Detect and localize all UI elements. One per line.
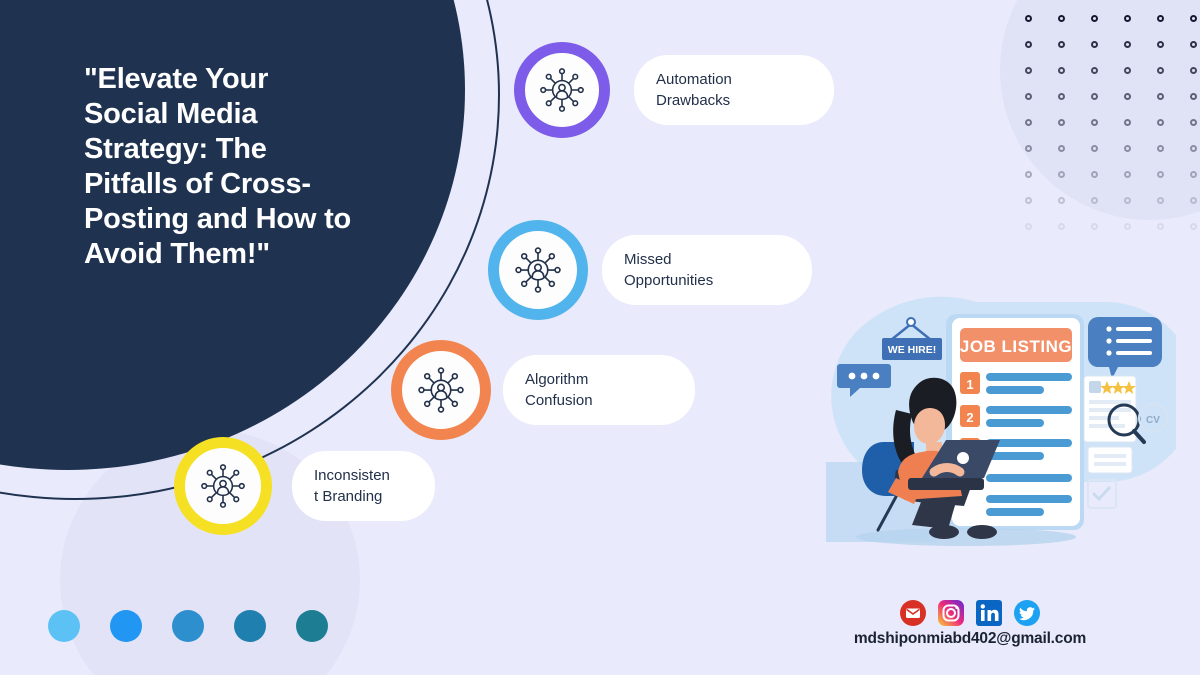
pattern-dot [1124, 14, 1131, 22]
pattern-dot [1124, 222, 1131, 230]
social-icon-row [848, 600, 1092, 626]
pattern-dot [1190, 40, 1197, 48]
pattern-dot [1091, 92, 1098, 100]
pattern-dot [1190, 66, 1197, 74]
pattern-dot [1091, 170, 1098, 178]
pattern-dot [1190, 118, 1197, 126]
feature-item-automation-drawbacks: Automation Drawbacks [514, 42, 834, 138]
pattern-dot [1190, 144, 1197, 152]
pattern-dot [1157, 118, 1164, 126]
pattern-dot [1058, 196, 1065, 204]
pattern-dot [1157, 14, 1164, 22]
progress-dot [296, 610, 328, 642]
feature-label: Missed Opportunities [602, 235, 812, 305]
pattern-dot [1058, 144, 1065, 152]
job-listing-card-title: JOB LISTING [960, 337, 1072, 356]
job-listing-illustration: WE HIRE! JOB LISTING 1 2 CV [826, 292, 1196, 562]
pattern-dot [1157, 222, 1164, 230]
pattern-dot [1157, 196, 1164, 204]
user-network-icon [515, 247, 561, 293]
pattern-dot [1124, 170, 1131, 178]
pattern-dot [1025, 222, 1032, 230]
pattern-dot [1157, 170, 1164, 178]
pattern-dot [1025, 170, 1032, 178]
pattern-dot [1157, 66, 1164, 74]
progress-dot [172, 610, 204, 642]
poster-canvas: "Elevate Your Social Media Strategy: The… [0, 0, 1200, 675]
progress-dot [48, 610, 80, 642]
feature-item-missed-opportunities: Missed Opportunities [488, 220, 812, 320]
pattern-dot [1157, 144, 1164, 152]
pattern-dot [1190, 170, 1197, 178]
pattern-dot [1025, 118, 1032, 126]
pattern-dot [1058, 40, 1065, 48]
pattern-dot [1091, 144, 1098, 152]
pattern-dot [1157, 40, 1164, 48]
pattern-dot [1124, 118, 1131, 126]
user-network-icon [418, 367, 464, 413]
pattern-dot [1025, 196, 1032, 204]
feature-item-inconsistent-branding: Inconsisten t Branding [174, 437, 435, 535]
feature-badge [391, 340, 491, 440]
pattern-dot [1190, 222, 1197, 230]
cv-badge-text: CV [1146, 415, 1160, 426]
pattern-dot [1025, 40, 1032, 48]
pattern-dot [1058, 92, 1065, 100]
pattern-dot [1025, 92, 1032, 100]
feature-badge [514, 42, 610, 138]
pattern-dot [1190, 196, 1197, 204]
gmail-icon[interactable] [900, 600, 926, 626]
user-network-icon [201, 464, 245, 508]
pattern-dot [1124, 40, 1131, 48]
pattern-dot [1190, 14, 1197, 22]
feature-label: Algorithm Confusion [503, 355, 695, 425]
pattern-dot [1058, 14, 1065, 22]
we-hire-sign-text: WE HIRE! [888, 344, 936, 356]
feature-label: Inconsisten t Branding [292, 451, 435, 521]
pattern-dot [1058, 170, 1065, 178]
pattern-dot [1091, 14, 1098, 22]
pattern-dot [1091, 196, 1098, 204]
page-title: "Elevate Your Social Media Strategy: The… [84, 63, 352, 270]
pattern-dot [1091, 40, 1098, 48]
twitter-icon[interactable] [1014, 600, 1040, 626]
pattern-dot [1025, 66, 1032, 74]
pattern-dot [1124, 144, 1131, 152]
progress-dot-row [48, 610, 328, 642]
feature-label: Automation Drawbacks [634, 55, 834, 125]
feature-badge [174, 437, 272, 535]
user-network-icon [540, 68, 584, 112]
pattern-dot [1025, 144, 1032, 152]
linkedin-icon[interactable] [976, 600, 1002, 626]
pattern-dot [1124, 196, 1131, 204]
progress-dot [234, 610, 266, 642]
feature-badge [488, 220, 588, 320]
svg-text:1: 1 [966, 377, 973, 392]
pattern-dot [1091, 118, 1098, 126]
pattern-dot [1025, 14, 1032, 22]
progress-dot [110, 610, 142, 642]
pattern-dot [1058, 66, 1065, 74]
pattern-dot [1124, 66, 1131, 74]
contact-email[interactable]: mdshiponmiabd402@gmail.com [848, 630, 1092, 648]
feature-item-algorithm-confusion: Algorithm Confusion [391, 340, 695, 440]
pattern-dot [1157, 92, 1164, 100]
pattern-dot [1190, 92, 1197, 100]
dot-grid-pattern [1012, 5, 1200, 239]
pattern-dot [1091, 66, 1098, 74]
contact-block: mdshiponmiabd402@gmail.com [848, 600, 1092, 648]
pattern-dot [1124, 92, 1131, 100]
pattern-dot [1091, 222, 1098, 230]
instagram-icon[interactable] [938, 600, 964, 626]
pattern-dot [1058, 222, 1065, 230]
pattern-dot [1058, 118, 1065, 126]
svg-text:2: 2 [966, 410, 973, 425]
